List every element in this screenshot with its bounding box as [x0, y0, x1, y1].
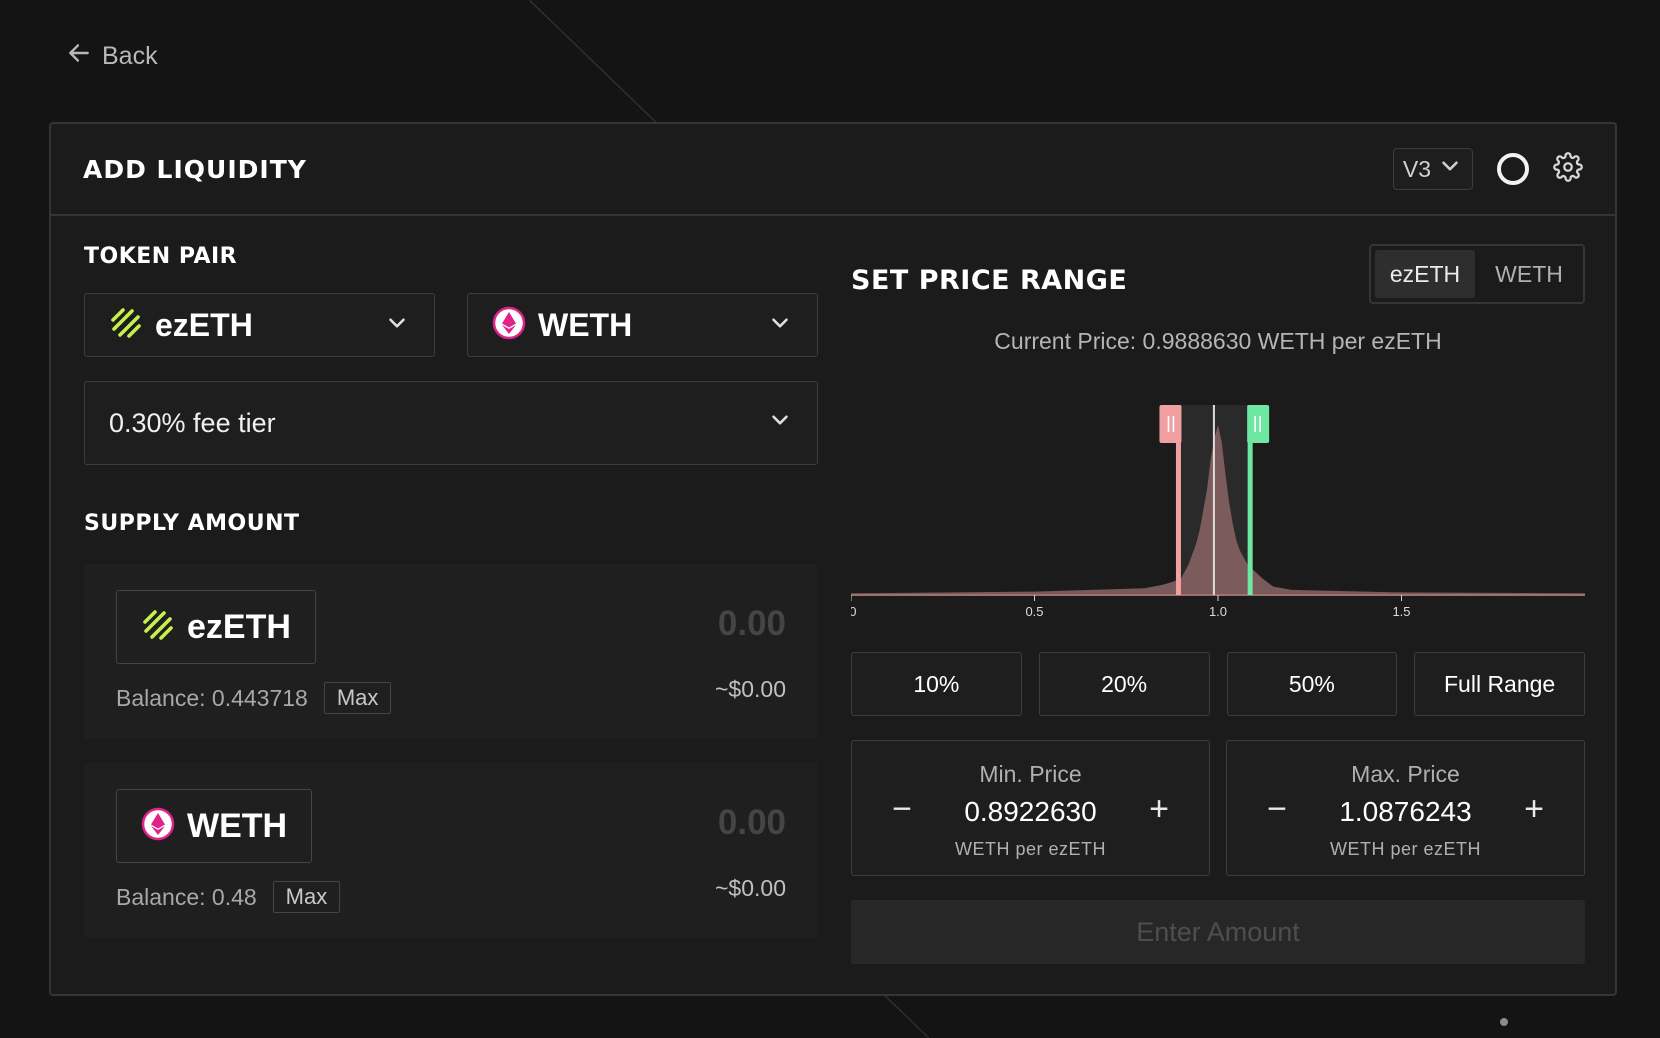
- min-price-label: Min. Price: [979, 761, 1082, 787]
- token-a-symbol: ezETH: [155, 306, 253, 343]
- token-b-select[interactable]: WETH: [467, 293, 818, 357]
- toggle-ezeth[interactable]: ezETH: [1375, 250, 1475, 298]
- supply-card-weth: WETH Balance: 0.48 Max ~$0.00: [84, 763, 818, 938]
- price-denomination-toggle: ezETH WETH: [1369, 244, 1585, 304]
- weth-icon: [141, 807, 175, 846]
- back-button[interactable]: Back: [66, 40, 158, 73]
- min-price-box: Min. Price − 0.8922630 + WETH per ezETH: [851, 740, 1210, 876]
- supply-token-symbol: WETH: [187, 806, 288, 845]
- balance-row: Balance: 0.443718 Max: [116, 682, 392, 714]
- toggle-weth[interactable]: WETH: [1479, 250, 1579, 298]
- token-a-select[interactable]: ezETH: [84, 293, 435, 357]
- weth-icon: [492, 306, 526, 345]
- version-select[interactable]: V3: [1393, 148, 1473, 190]
- usd-value: ~$0.00: [715, 875, 786, 901]
- current-price: Current Price: 0.9888630 WETH per ezETH: [994, 328, 1442, 354]
- liquidity-chart[interactable]: .0 0.5 1.0 1.5: [846, 375, 1585, 635]
- supply-token-symbol: ezETH: [187, 607, 291, 646]
- ezeth-icon: [141, 608, 175, 647]
- refresh-timer-icon[interactable]: [1497, 153, 1529, 185]
- amount-input-weth[interactable]: [586, 803, 786, 843]
- max-price-handle: [1247, 405, 1270, 443]
- x-tick-label: 0.5: [1025, 604, 1043, 619]
- max-button[interactable]: Max: [272, 881, 341, 913]
- supply-card-ezeth: ezETH Balance: 0.443718 Max ~$0.00: [84, 564, 818, 739]
- fee-tier-select[interactable]: 0.30% fee tier: [84, 381, 818, 465]
- add-liquidity-panel: ADD LIQUIDITY V3 TOKEN PAIR ezETH WETH 0…: [49, 122, 1617, 996]
- liquidity-area: [851, 425, 1585, 595]
- max-price-box: Max. Price − 1.0876243 + WETH per ezETH: [1226, 740, 1585, 876]
- chevron-down-icon: [767, 407, 793, 440]
- chevron-down-icon: [1437, 153, 1463, 185]
- price-range-title: SET PRICE RANGE: [851, 264, 1128, 296]
- x-tick-label: 1.5: [1392, 604, 1410, 619]
- panel-header: ADD LIQUIDITY V3: [51, 124, 1615, 216]
- supply-amount-title: SUPPLY AMOUNT: [84, 511, 300, 536]
- usd-value: ~$0.00: [715, 676, 786, 702]
- chevron-down-icon: [767, 310, 793, 341]
- version-label: V3: [1402, 155, 1432, 182]
- min-price-handle: [1159, 405, 1182, 443]
- balance-text: Balance: 0.443718: [116, 684, 308, 711]
- page-indicator-dot: [1500, 1018, 1508, 1026]
- balance-text: Balance: 0.48: [116, 883, 257, 910]
- fee-tier-label: 0.30% fee tier: [109, 407, 276, 438]
- max-price-unit: WETH per ezETH: [1329, 839, 1482, 859]
- token-chip-ezeth: ezETH: [116, 590, 316, 664]
- token-chip-weth: WETH: [116, 789, 313, 863]
- min-price-increment-button[interactable]: +: [1141, 791, 1177, 827]
- preset-full-range-button[interactable]: Full Range: [1414, 652, 1585, 716]
- x-tick-label: 1.0: [1209, 604, 1227, 619]
- max-price-increment-button[interactable]: +: [1516, 791, 1552, 827]
- max-button[interactable]: Max: [323, 682, 392, 714]
- preset-10-button[interactable]: 10%: [851, 652, 1022, 716]
- chevron-down-icon: [384, 310, 410, 341]
- min-price-unit: WETH per ezETH: [954, 839, 1107, 859]
- max-price-label: Max. Price: [1351, 761, 1460, 787]
- token-pair-title: TOKEN PAIR: [84, 244, 238, 269]
- x-tick-label: .0: [851, 604, 856, 619]
- page-title: ADD LIQUIDITY: [83, 154, 307, 184]
- settings-gear-icon[interactable]: [1553, 151, 1583, 187]
- enter-amount-button[interactable]: Enter Amount: [851, 900, 1585, 964]
- back-label: Back: [102, 42, 158, 70]
- preset-50-button[interactable]: 50%: [1226, 652, 1398, 716]
- amount-input-ezeth[interactable]: [586, 604, 786, 644]
- preset-20-button[interactable]: 20%: [1038, 652, 1210, 716]
- ezeth-icon: [109, 306, 143, 345]
- token-b-symbol: WETH: [538, 306, 633, 343]
- arrow-left-icon: [66, 40, 92, 73]
- balance-row: Balance: 0.48 Max: [116, 881, 341, 913]
